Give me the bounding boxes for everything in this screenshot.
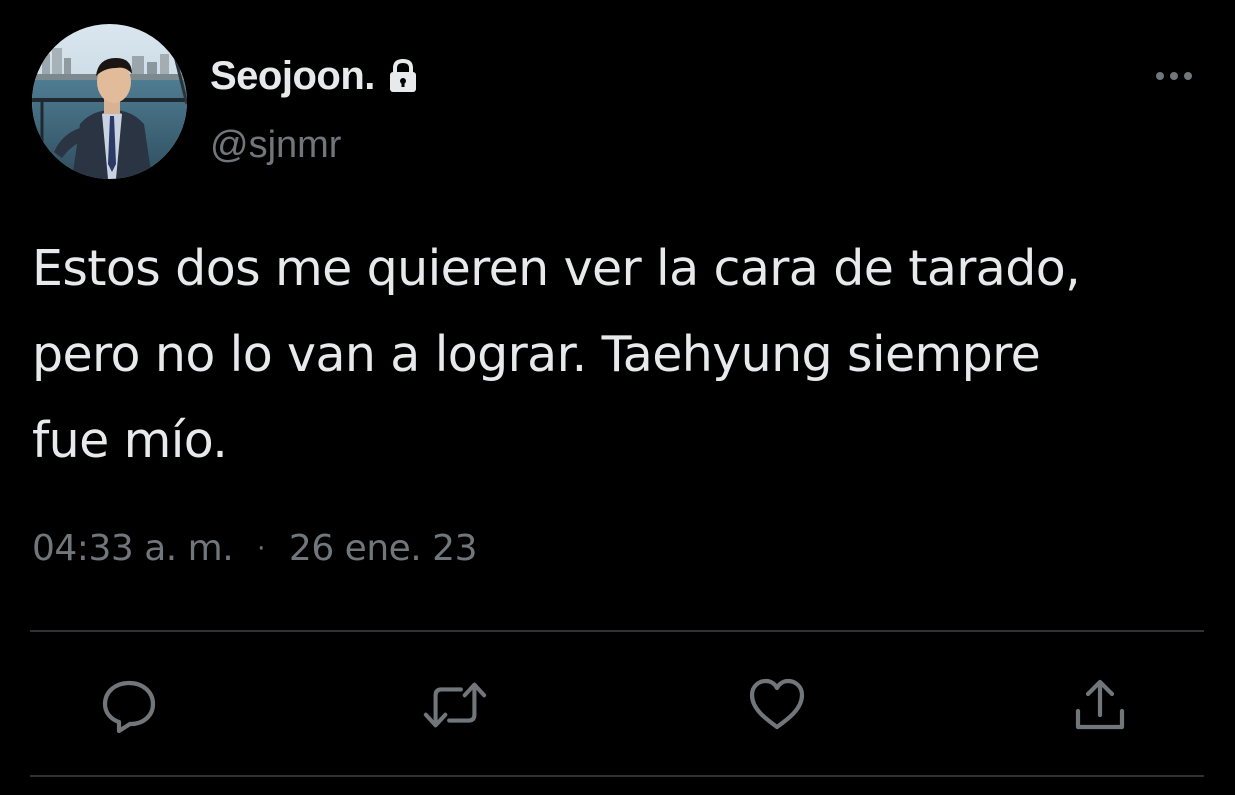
divider [30, 630, 1204, 632]
share-button[interactable] [1067, 672, 1133, 738]
action-bar [0, 672, 1235, 742]
author-row: Seojoon. [210, 48, 423, 104]
divider-bottom [30, 775, 1204, 777]
tweet-text: Estos dos me quieren ver la cara de tara… [32, 240, 1081, 469]
reply-button[interactable] [96, 672, 162, 738]
meta-separator: · [257, 533, 265, 564]
share-icon [1075, 679, 1125, 730]
tweet-time[interactable]: 04:33 a. m. [32, 528, 234, 569]
like-button[interactable] [744, 672, 810, 738]
more-icon [1156, 72, 1192, 80]
tweet: Seojoon. @sjnmr Estos dos me quieren ver… [0, 0, 1235, 795]
retweet-button[interactable] [422, 672, 488, 738]
avatar[interactable] [32, 24, 187, 179]
avatar-image [32, 24, 187, 179]
tweet-meta: 04:33 a. m. · 26 ene. 23 [32, 528, 477, 569]
lock-icon [383, 56, 423, 96]
tweet-date[interactable]: 26 ene. 23 [289, 528, 478, 569]
heart-icon [749, 678, 805, 730]
handle[interactable]: @sjnmr [210, 124, 341, 167]
reply-icon [102, 680, 156, 734]
retweet-icon [423, 682, 487, 728]
display-name[interactable]: Seojoon. [210, 54, 375, 99]
more-button[interactable] [1148, 56, 1200, 96]
